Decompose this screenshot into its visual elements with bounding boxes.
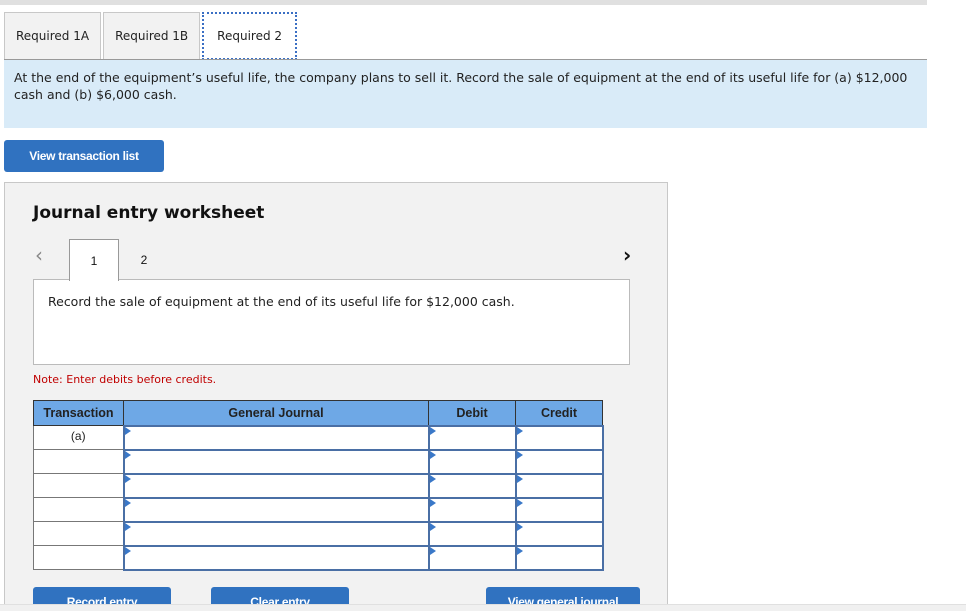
input-marker-icon xyxy=(516,474,523,483)
debit-cell[interactable] xyxy=(427,448,517,475)
debit-cell[interactable] xyxy=(427,472,517,499)
debits-note: Note: Enter debits before credits. xyxy=(33,373,217,386)
debit-input[interactable] xyxy=(429,522,515,545)
chevron-left-icon[interactable]: ‹ xyxy=(35,243,43,267)
requirement-tabs: Required 1A Required 1B Required 2 xyxy=(4,12,299,60)
dropdown-marker-icon xyxy=(124,474,131,483)
debit-input[interactable] xyxy=(429,546,515,569)
header-transaction: Transaction xyxy=(33,400,124,426)
input-marker-icon xyxy=(516,426,523,435)
account-input[interactable] xyxy=(124,546,428,569)
table-row xyxy=(33,448,604,475)
transaction-cell xyxy=(33,497,124,522)
input-marker-icon xyxy=(516,498,523,507)
input-marker-icon xyxy=(516,450,523,459)
tab-required-1a[interactable]: Required 1A xyxy=(4,12,102,59)
debit-input[interactable] xyxy=(429,474,515,497)
credit-cell[interactable] xyxy=(514,472,604,499)
account-cell[interactable] xyxy=(122,448,430,475)
debit-input[interactable] xyxy=(429,498,515,521)
credit-cell[interactable] xyxy=(514,424,604,451)
credit-input[interactable] xyxy=(516,522,602,545)
header-credit: Credit xyxy=(515,400,603,426)
credit-cell[interactable] xyxy=(514,544,604,571)
tab-required-2[interactable]: Required 2 xyxy=(202,12,298,60)
table-row xyxy=(33,544,604,571)
chevron-right-icon[interactable]: › xyxy=(623,243,631,267)
input-marker-icon xyxy=(429,546,436,555)
account-input[interactable] xyxy=(124,498,428,521)
credit-cell[interactable] xyxy=(514,496,604,523)
account-input[interactable] xyxy=(124,426,428,449)
debit-input[interactable] xyxy=(429,426,515,449)
journal-entry-worksheet: Journal entry worksheet ‹ 1 2 › Record t… xyxy=(4,182,668,611)
account-input[interactable] xyxy=(124,522,428,545)
journal-header-row: Transaction General Journal Debit Credit xyxy=(33,400,603,426)
instructions-panel: At the end of the equipment’s useful lif… xyxy=(4,60,927,128)
credit-input[interactable] xyxy=(516,450,602,473)
account-input[interactable] xyxy=(124,474,428,497)
page-tab-2[interactable]: 2 xyxy=(119,239,169,280)
header-debit: Debit xyxy=(428,400,516,426)
credit-input[interactable] xyxy=(516,498,602,521)
entry-prompt-text: Record the sale of equipment at the end … xyxy=(48,294,515,309)
account-input[interactable] xyxy=(124,450,428,473)
debit-input[interactable] xyxy=(429,450,515,473)
view-transaction-list-button[interactable]: View transaction list xyxy=(4,140,164,172)
journal-table: Transaction General Journal Debit Credit… xyxy=(33,400,604,571)
credit-input[interactable] xyxy=(516,474,602,497)
dropdown-marker-icon xyxy=(124,546,131,555)
transaction-cell xyxy=(33,449,124,474)
worksheet-title: Journal entry worksheet xyxy=(33,203,265,223)
input-marker-icon xyxy=(516,546,523,555)
input-marker-icon xyxy=(516,522,523,531)
input-marker-icon xyxy=(429,522,436,531)
debit-cell[interactable] xyxy=(427,544,517,571)
tab-required-1b[interactable]: Required 1B xyxy=(103,12,201,59)
account-cell[interactable] xyxy=(122,424,430,451)
dropdown-marker-icon xyxy=(124,426,131,435)
credit-cell[interactable] xyxy=(514,520,604,547)
transaction-cell xyxy=(33,521,124,546)
input-marker-icon xyxy=(429,474,436,483)
table-row xyxy=(33,472,604,499)
input-marker-icon xyxy=(429,426,436,435)
account-cell[interactable] xyxy=(122,472,430,499)
dropdown-marker-icon xyxy=(124,498,131,507)
transaction-cell xyxy=(33,473,124,498)
account-cell[interactable] xyxy=(122,496,430,523)
bottom-strip xyxy=(0,604,966,611)
debit-cell[interactable] xyxy=(427,520,517,547)
debit-cell[interactable] xyxy=(427,424,517,451)
credit-cell[interactable] xyxy=(514,448,604,475)
top-strip xyxy=(0,0,927,5)
dropdown-marker-icon xyxy=(124,450,131,459)
table-row xyxy=(33,520,604,547)
table-row: (a) xyxy=(33,424,604,451)
debit-cell[interactable] xyxy=(427,496,517,523)
dropdown-marker-icon xyxy=(124,522,131,531)
credit-input[interactable] xyxy=(516,426,602,449)
account-cell[interactable] xyxy=(122,520,430,547)
credit-input[interactable] xyxy=(516,546,602,569)
entry-prompt: Record the sale of equipment at the end … xyxy=(33,279,630,365)
input-marker-icon xyxy=(429,450,436,459)
table-row xyxy=(33,496,604,523)
transaction-cell xyxy=(33,545,124,570)
page-tab-1[interactable]: 1 xyxy=(69,239,119,281)
input-marker-icon xyxy=(429,498,436,507)
header-general-journal: General Journal xyxy=(123,400,429,426)
account-cell[interactable] xyxy=(122,544,430,571)
transaction-cell: (a) xyxy=(33,425,124,450)
